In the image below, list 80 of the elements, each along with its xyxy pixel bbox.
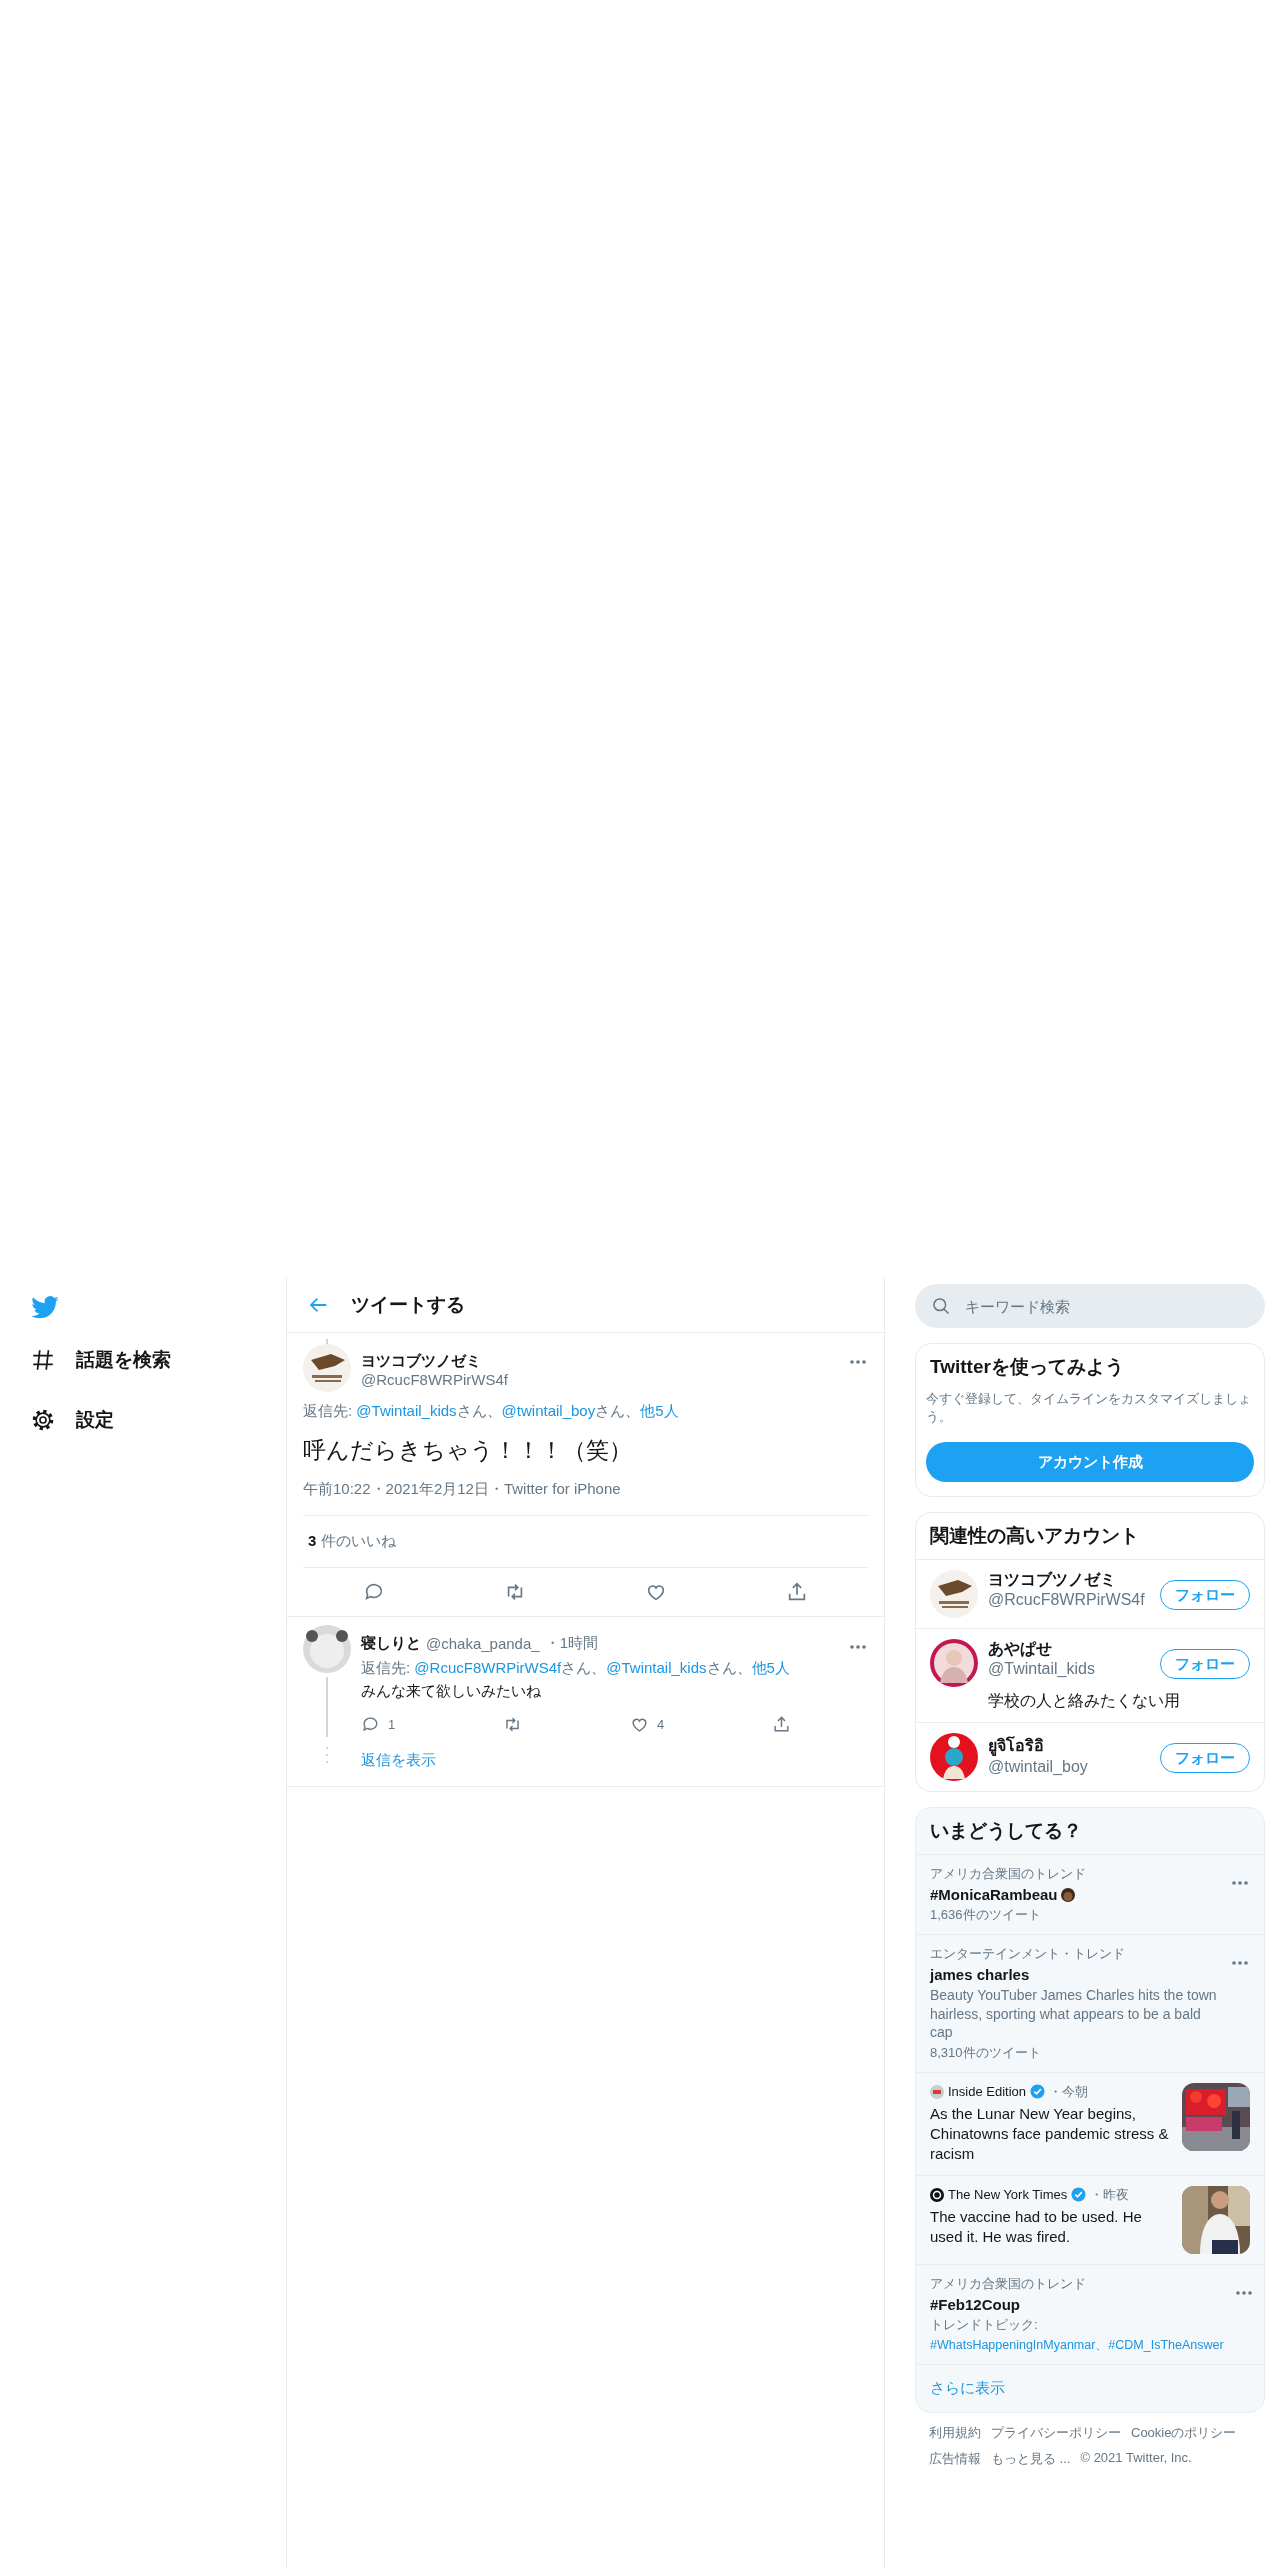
trend-context: エンターテインメント・トレンド xyxy=(930,1945,1126,1964)
mention-link[interactable]: @twintail_boy xyxy=(501,1402,596,1419)
news-time: ・昨夜 xyxy=(1090,2185,1130,2204)
follow-button[interactable]: フォロー xyxy=(1160,1649,1250,1680)
reply-to-text: 返信先: @RcucF8WRPirWS4fさん、@Twintail_kidsさん、他5人 xyxy=(361,1659,791,1678)
trend-description: Beauty YouTuber James Charles hits the town hairless, sporting what appears to be a bald cap xyxy=(930,1986,1218,2041)
footer-link[interactable]: Cookieのポリシー xyxy=(1131,2423,1237,2442)
action-count: 4 xyxy=(656,1716,665,1732)
user-name[interactable]: ยูจิโอริอิ xyxy=(988,1733,1150,1759)
user-name[interactable]: ヨツコブツノゼミ xyxy=(361,1352,838,1371)
user-handle[interactable]: @twintail_boy xyxy=(988,1758,1150,1777)
user-handle[interactable]: @Twintail_kids xyxy=(988,1660,1150,1679)
tweet-count: 1,636件のツイート xyxy=(930,1906,1042,1925)
avatar[interactable] xyxy=(303,1625,351,1673)
action-count: 1 xyxy=(388,1716,396,1732)
tweet-text: 呼んだらきちゃう！！！（笑） xyxy=(303,1436,633,1465)
reply-icon xyxy=(361,1714,380,1734)
footer-link[interactable]: © 2021 Twitter, Inc. xyxy=(1080,2449,1192,2468)
tweet-time: ・1時間 xyxy=(544,1633,598,1653)
signup-button[interactable]: アカウント作成 xyxy=(926,1442,1254,1483)
trend-name[interactable]: #MonicaRambeau xyxy=(930,1886,1058,1904)
user-handle[interactable]: @RcucF8WRPirWS4f xyxy=(361,1371,838,1388)
user-bio: 学校の人と絡みたくない用 xyxy=(988,1691,1181,1712)
card-title: Twitterを使ってみよう xyxy=(929,1355,1125,1379)
nav-item[interactable]: 設定 xyxy=(30,1400,114,1440)
user-handle[interactable]: @chaka_panda_ xyxy=(426,1634,540,1652)
hashtag-icon xyxy=(30,1347,56,1373)
share-icon xyxy=(772,1714,791,1734)
avatar[interactable] xyxy=(930,1639,978,1688)
news-headline[interactable]: As the Lunar New Year begins, Chinatowns face pandemic stress & racism xyxy=(930,2103,1172,2165)
user-name[interactable]: ヨツコブツノゼミ xyxy=(988,1570,1150,1592)
mention-link[interactable]: @Twintail_kids xyxy=(356,1402,457,1419)
footer-link[interactable]: もっと見る ... xyxy=(991,2449,1071,2468)
verified-icon xyxy=(1030,2084,1046,2100)
footer-link[interactable]: 広告情報 xyxy=(929,2449,981,2468)
tweet-timestamp: 午前10:22・2021年2月12日・Twitter for iPhone xyxy=(303,1480,868,1516)
mention-link[interactable]: @RcucF8WRPirWS4f xyxy=(414,1659,562,1676)
follow-button[interactable]: フォロー xyxy=(1160,1743,1250,1774)
reply-text: みんな来て欲しいみたいね xyxy=(361,1682,542,1701)
user-handle[interactable]: @RcucF8WRPirWS4f xyxy=(988,1591,1150,1610)
settings-icon xyxy=(30,1407,56,1433)
footer-link[interactable]: 利用規約 xyxy=(929,2423,981,2442)
card-title: 関連性の高いアカウント xyxy=(916,1513,1264,1561)
reply-button[interactable]: 1 xyxy=(361,1711,396,1737)
avatar[interactable] xyxy=(930,1733,978,1782)
card-title: いまどうしてる？ xyxy=(916,1808,1264,1856)
source-logo-icon xyxy=(930,2084,944,2099)
reply-to-text: 返信先: @Twintail_kidsさん、@twintail_boyさん、他5人 xyxy=(303,1402,680,1421)
others-link[interactable]: 他5人 xyxy=(640,1402,679,1419)
show-more-link[interactable]: さらに表示 xyxy=(916,2364,1019,2412)
source-logo-icon xyxy=(930,2187,944,2202)
signup-text: 今すぐ登録して、タイムラインをカスタマイズしましょう。 xyxy=(926,1390,1252,1427)
avatar[interactable] xyxy=(930,1570,978,1619)
user-name[interactable]: あやぱせ xyxy=(988,1639,1150,1661)
verified-icon xyxy=(1071,2187,1087,2203)
topic-links[interactable]: #WhatsHappeningInMyanmar、#CDM_IsTheAnswer xyxy=(930,2336,1224,2354)
thread-line xyxy=(326,1677,328,1737)
follow-button[interactable]: フォロー xyxy=(1160,1580,1250,1611)
trend-context: アメリカ合衆国のトレンド xyxy=(930,2274,1087,2293)
search-icon xyxy=(931,1296,951,1316)
search-field[interactable]: キーワード検索 xyxy=(915,1284,1265,1328)
news-headline[interactable]: The vaccine had to be used. He used it. He was fired. xyxy=(930,2206,1172,2248)
news-time: ・今朝 xyxy=(1049,2082,1089,2101)
trend-name[interactable]: james charles xyxy=(930,1966,1030,1984)
topics-label: トレンドトピック: xyxy=(930,2315,1039,2334)
nav-item[interactable]: 話題を検索 xyxy=(30,1340,171,1380)
page-title: ツイートする xyxy=(351,1293,465,1317)
others-link[interactable]: 他5人 xyxy=(751,1659,790,1676)
tweet-count: 8,310件のツイート xyxy=(930,2043,1042,2062)
user-name[interactable]: 寝しりと xyxy=(361,1633,421,1653)
news-source: Inside Edition xyxy=(948,2084,1027,2100)
trend-name[interactable]: #Feb12Coup xyxy=(930,2295,1020,2313)
like-button[interactable]: 4 xyxy=(629,1711,665,1737)
news-source: The New York Times xyxy=(948,2187,1068,2203)
show-replies-link[interactable]: 返信を表示 xyxy=(361,1737,436,1786)
avatar[interactable] xyxy=(303,1344,351,1392)
footer-link[interactable]: プライバシーポリシー xyxy=(991,2423,1121,2442)
trend-context: アメリカ合衆国のトレンド xyxy=(930,1865,1087,1884)
mention-link[interactable]: @Twintail_kids xyxy=(606,1659,707,1676)
likes-count[interactable]: 3 件のいいね xyxy=(303,1516,868,1568)
